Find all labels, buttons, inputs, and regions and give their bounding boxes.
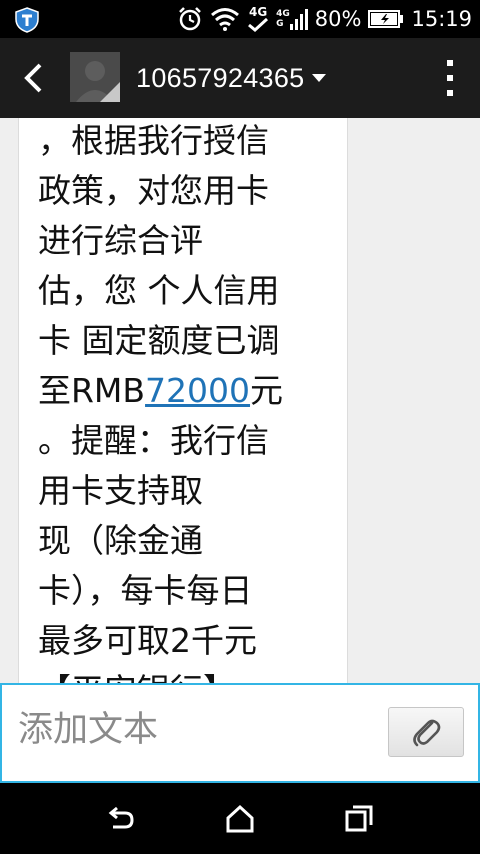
battery-percent: 80%: [314, 7, 362, 31]
shield-icon: [14, 7, 40, 37]
message-line: 最多可取2千元: [38, 621, 257, 660]
paperclip-icon: [413, 719, 441, 747]
navigation-bar: [0, 783, 480, 854]
status-icons: 4G 4G G 80% 15:19: [177, 0, 472, 38]
amount-link[interactable]: 72000: [145, 371, 250, 410]
battery-icon: [368, 9, 404, 29]
wifi-icon: [210, 7, 240, 31]
message-line-amount: 至RMB72000元: [38, 366, 338, 416]
composer-bar: 添加文本: [0, 683, 480, 783]
contact-number: 10657924365: [136, 62, 305, 93]
dropdown-icon: [312, 74, 327, 82]
message-line: 进行综合评: [38, 221, 203, 260]
alarm-icon: [177, 6, 203, 32]
back-icon[interactable]: [20, 62, 50, 94]
home-icon[interactable]: [224, 803, 256, 835]
clock-time: 15:19: [411, 7, 472, 31]
message-bubble[interactable]: ，根据我行授信 政策，对您用卡 进行综合评 估，您 个人信用 卡 固定额度已调 …: [18, 118, 348, 683]
conversation-view[interactable]: ，根据我行授信 政策，对您用卡 进行综合评 估，您 个人信用 卡 固定额度已调 …: [0, 118, 480, 683]
back-nav-icon[interactable]: [105, 803, 137, 835]
recent-apps-icon[interactable]: [343, 803, 375, 835]
app-bar: 10657924365: [0, 38, 480, 118]
message-line: 政策，对您用卡: [38, 171, 269, 210]
check-icon: [248, 18, 269, 32]
message-line: 卡），每卡每日: [38, 571, 253, 610]
amount-prefix: 至RMB: [38, 371, 146, 410]
message-line: 现（除金通: [38, 521, 203, 560]
signal-icon: 4G G: [276, 8, 308, 30]
message-line: 估，您 个人信用: [38, 271, 280, 310]
contact-selector[interactable]: 10657924365: [136, 62, 327, 94]
network-check-icon: 4G: [247, 6, 269, 32]
message-body: ，根据我行授信 政策，对您用卡 进行综合评 估，您 个人信用 卡 固定额度已调 …: [38, 118, 338, 683]
avatar-icon[interactable]: [70, 52, 120, 102]
overflow-menu-icon[interactable]: [446, 60, 454, 96]
network-small-bottom: G: [276, 19, 284, 29]
message-line: 【平安银行】: [38, 666, 338, 683]
status-bar: 4G 4G G 80% 15:19: [0, 0, 480, 38]
network-type-label: 4G: [249, 5, 268, 19]
compose-text-input[interactable]: 添加文本: [18, 705, 368, 755]
attach-button[interactable]: [388, 707, 464, 757]
message-line: 。提醒：我行信: [38, 421, 269, 460]
message-line: 卡 固定额度已调: [38, 321, 280, 360]
message-line: ，根据我行授信: [38, 121, 269, 160]
amount-suffix: 元: [250, 371, 284, 410]
message-line: 用卡支持取: [38, 471, 203, 510]
network-small-top: 4G: [276, 9, 290, 19]
